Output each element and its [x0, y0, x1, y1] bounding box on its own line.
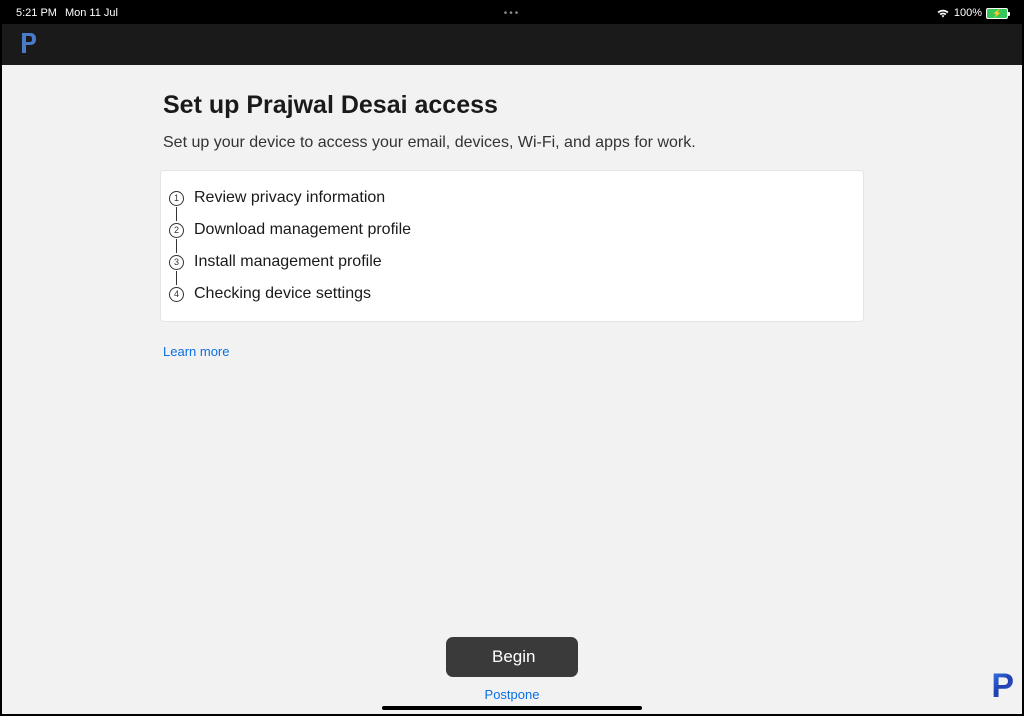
step-connector	[176, 239, 177, 253]
app-header	[2, 24, 1022, 65]
learn-more-link[interactable]: Learn more	[160, 322, 232, 381]
status-bar-right: 100% ⚡	[936, 7, 1008, 19]
page-subtitle: Set up your device to access your email,…	[163, 134, 861, 152]
step-label: Checking device settings	[194, 285, 371, 303]
step-connector	[176, 271, 177, 285]
battery-icon: ⚡	[986, 8, 1008, 19]
charging-bolt-icon: ⚡	[992, 9, 1002, 18]
title-section: Set up Prajwal Desai access Set up your …	[160, 83, 864, 170]
postpone-link[interactable]: Postpone	[485, 687, 540, 702]
status-bar-dots: •••	[504, 8, 521, 19]
step-connector	[176, 207, 177, 221]
bottom-actions: Begin Postpone	[446, 637, 578, 702]
step-label: Install management profile	[194, 253, 382, 271]
steps-card: 1 Review privacy information 2 Download …	[160, 170, 864, 322]
step-number-icon: 3	[169, 255, 184, 270]
step-item-2: 2 Download management profile	[169, 221, 855, 239]
battery-percent: 100%	[954, 7, 982, 19]
page-title: Set up Prajwal Desai access	[163, 91, 861, 120]
step-label: Download management profile	[194, 221, 411, 239]
wifi-icon	[936, 8, 950, 18]
company-portal-logo	[20, 31, 38, 59]
home-indicator[interactable]	[382, 706, 642, 710]
step-number-icon: 4	[169, 287, 184, 302]
step-item-4: 4 Checking device settings	[169, 285, 855, 303]
step-label: Review privacy information	[194, 189, 385, 207]
main-content: Set up Prajwal Desai access Set up your …	[160, 83, 864, 381]
watermark-logo: P	[991, 667, 1014, 706]
begin-button[interactable]: Begin	[446, 637, 578, 677]
step-number-icon: 2	[169, 223, 184, 238]
status-bar-left: 5:21 PM Mon 11 Jul	[16, 7, 118, 19]
step-number-icon: 1	[169, 191, 184, 206]
status-date: Mon 11 Jul	[65, 7, 118, 19]
status-time: 5:21 PM	[16, 7, 57, 19]
content-area: Set up Prajwal Desai access Set up your …	[2, 65, 1022, 714]
status-bar: 5:21 PM Mon 11 Jul ••• 100% ⚡	[2, 2, 1022, 24]
step-item-1: 1 Review privacy information	[169, 189, 855, 207]
step-item-3: 3 Install management profile	[169, 253, 855, 271]
